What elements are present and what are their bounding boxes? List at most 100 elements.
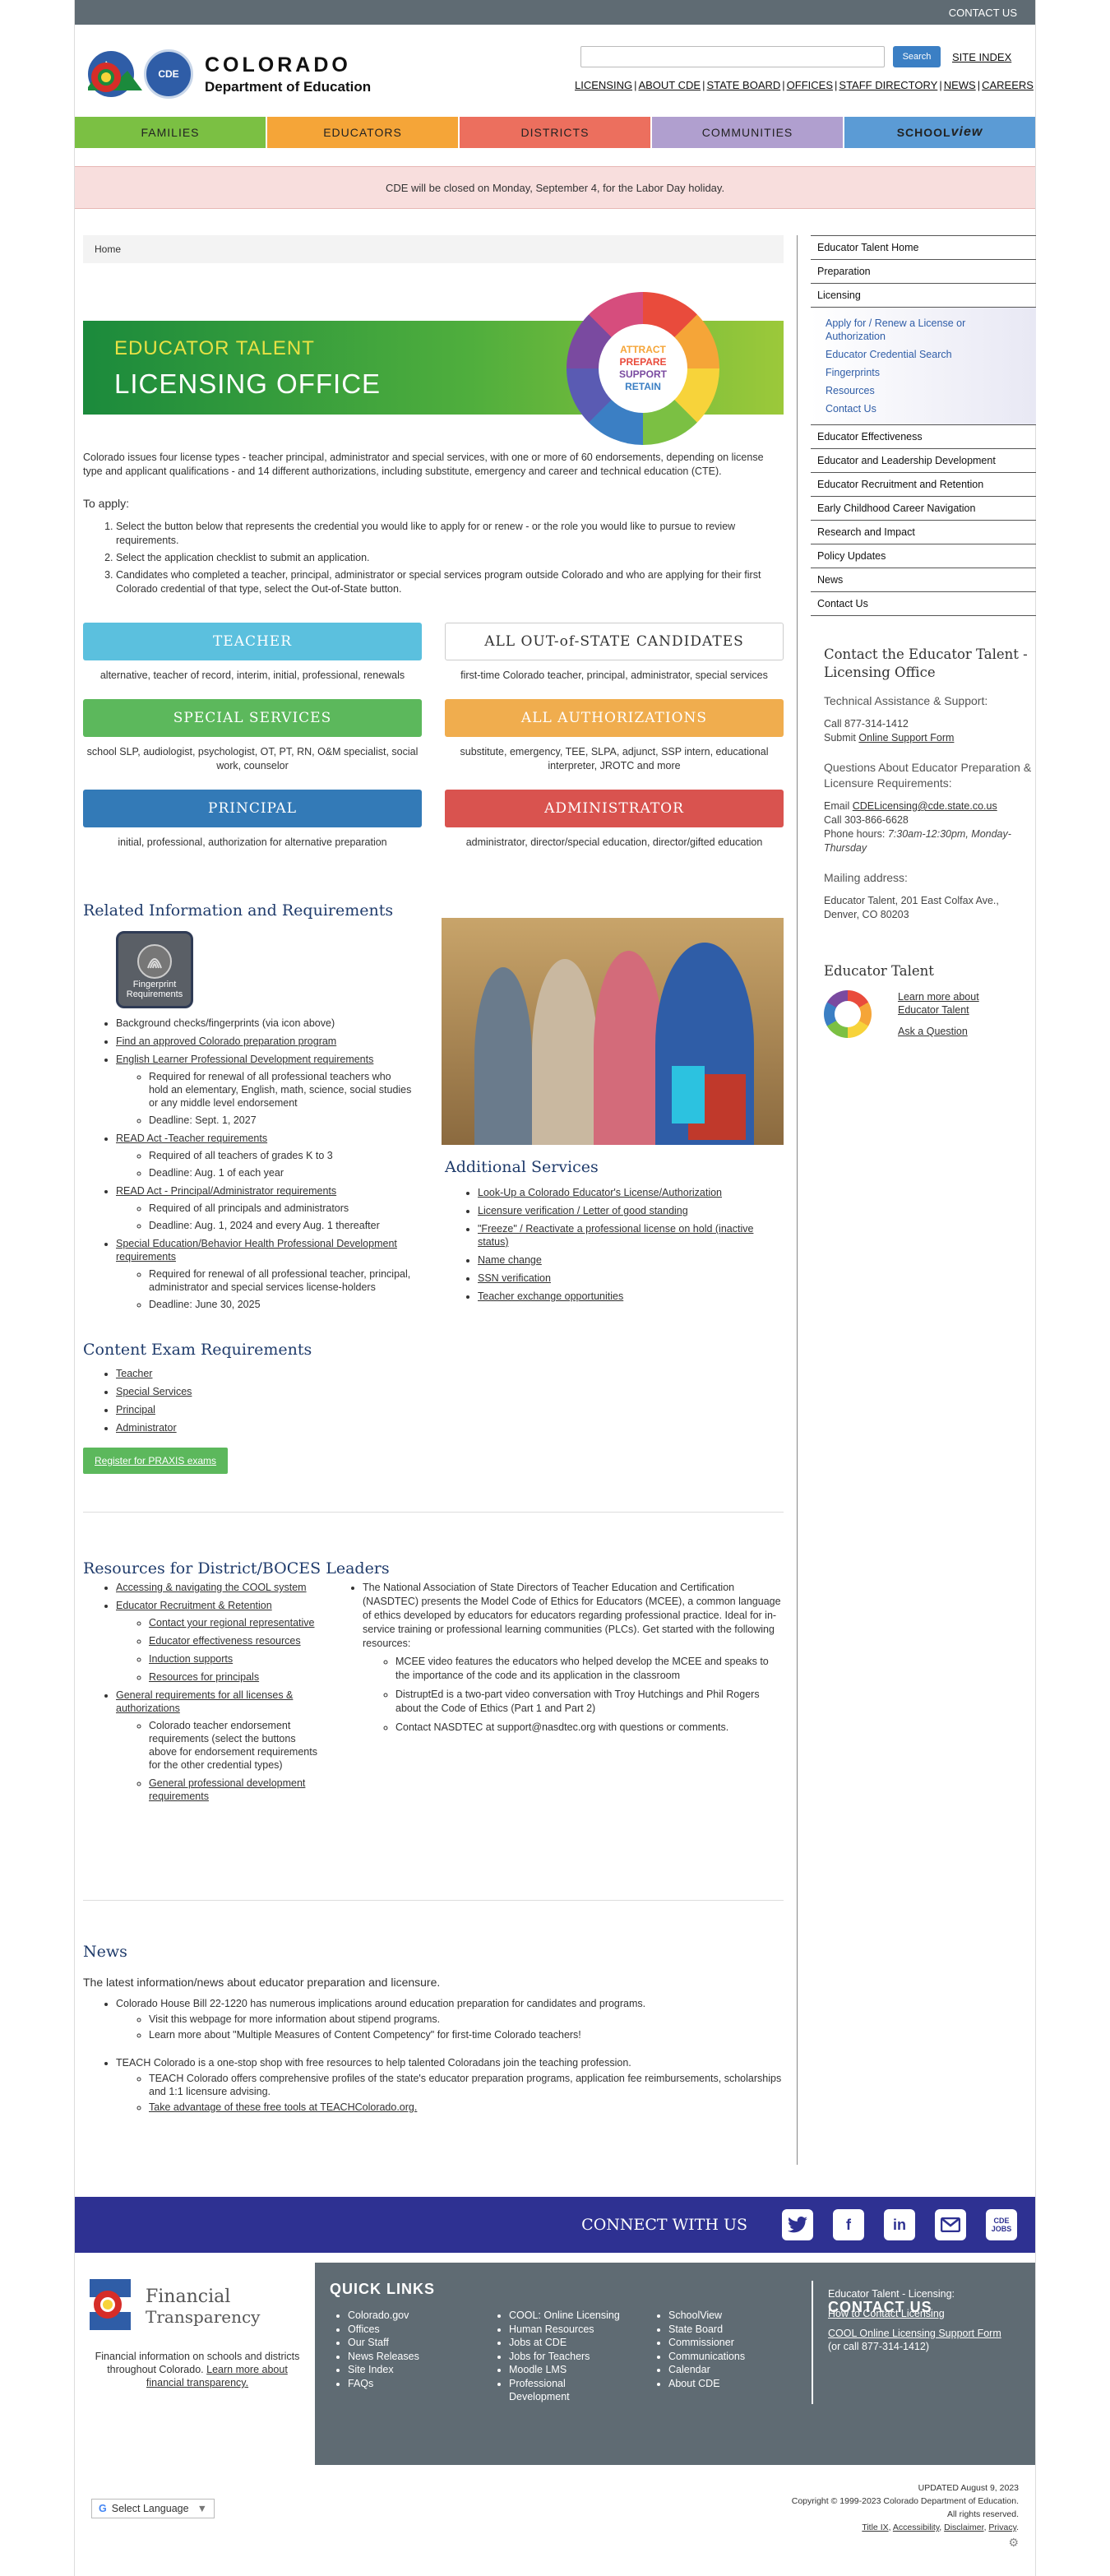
quick-link[interactable]: FAQs xyxy=(348,2377,419,2391)
exam-link-principal[interactable]: Principal xyxy=(116,1404,155,1415)
quick-link[interactable]: About CDE xyxy=(668,2377,745,2391)
additional-link[interactable]: Licensure verification / Letter of good … xyxy=(478,1205,688,1216)
accessibility-link[interactable]: Accessibility xyxy=(893,2523,939,2532)
list-subitem[interactable]: Learn more about "Multiple Measures of C… xyxy=(149,2028,784,2041)
breadcrumb-home[interactable]: Home xyxy=(95,243,121,255)
staff-directory-link[interactable]: STAFF DIRECTORY xyxy=(839,79,937,91)
related-link[interactable]: English Learner Professional Development… xyxy=(116,1054,373,1065)
resource-subtext[interactable]: Colorado teacher endorsement requirement… xyxy=(149,1720,317,1771)
twitter-icon[interactable] xyxy=(782,2209,813,2240)
learn-more-link[interactable]: Learn more about Educator Talent xyxy=(898,990,988,1017)
sidebar-item-contact[interactable]: Contact Us xyxy=(811,591,1036,616)
news-link[interactable]: NEWS xyxy=(944,79,976,91)
cde-logo[interactable]: CDE COLORADO Department of Education xyxy=(81,49,371,99)
quick-link[interactable]: Commissioner xyxy=(668,2336,745,2350)
resource-link[interactable]: Accessing & navigating the COOL system xyxy=(116,1582,307,1593)
quick-link[interactable]: COOL: Online Licensing xyxy=(509,2309,626,2323)
email-icon[interactable] xyxy=(935,2209,966,2240)
out-of-state-button[interactable]: ALL OUT-of-STATE CANDIDATES xyxy=(445,623,784,660)
additional-link[interactable]: "Freeze" / Reactivate a professional lic… xyxy=(478,1223,753,1248)
resource-sublink[interactable]: Contact your regional representative xyxy=(149,1617,315,1629)
resource-sublink[interactable]: Resources for principals xyxy=(149,1671,259,1683)
resource-sublink[interactable]: Educator effectiveness resources xyxy=(149,1635,301,1647)
cde-jobs-icon[interactable]: CDE JOBS xyxy=(986,2209,1017,2240)
contact-us-link[interactable]: CONTACT US xyxy=(949,7,1017,19)
related-link[interactable]: READ Act - Principal/Administrator requi… xyxy=(116,1185,336,1197)
quick-link[interactable]: News Releases xyxy=(348,2350,419,2364)
offices-link[interactable]: OFFICES xyxy=(787,79,833,91)
email-link[interactable]: CDELicensing@cde.state.co.us xyxy=(853,800,997,812)
principal-button[interactable]: PRINCIPAL xyxy=(83,790,422,827)
sidebar-item-effectiveness[interactable]: Educator Effectiveness xyxy=(811,424,1036,448)
ask-question-link[interactable]: Ask a Question xyxy=(898,1025,988,1038)
related-link[interactable]: READ Act -Teacher requirements xyxy=(116,1133,267,1144)
additional-link[interactable]: Name change xyxy=(478,1254,542,1266)
special-services-button[interactable]: SPECIAL SERVICES xyxy=(83,699,422,737)
list-subitem[interactable]: Visit this webpage for more information … xyxy=(149,2013,784,2026)
quick-link[interactable]: Offices xyxy=(348,2323,419,2337)
additional-link[interactable]: Teacher exchange opportunities xyxy=(478,1290,623,1302)
teach-colorado-link[interactable]: Take advantage of these free tools at TE… xyxy=(149,2101,417,2113)
sidebar-item-leadership[interactable]: Educator and Leadership Development xyxy=(811,448,1036,472)
related-link[interactable]: Find an approved Colorado preparation pr… xyxy=(116,1035,336,1047)
nav-families[interactable]: FAMILIES xyxy=(75,117,267,148)
sidebar-item-research[interactable]: Research and Impact xyxy=(811,520,1036,544)
nav-communities[interactable]: COMMUNITIES xyxy=(652,117,844,148)
administrator-button[interactable]: ADMINISTRATOR xyxy=(445,790,784,827)
quick-link[interactable]: Colorado.gov xyxy=(348,2309,419,2323)
sidebar-item-early-childhood[interactable]: Early Childhood Career Navigation xyxy=(811,496,1036,520)
linkedin-icon[interactable]: in xyxy=(884,2209,915,2240)
sidebar-sub-apply[interactable]: Apply for / Renew a License or Authoriza… xyxy=(811,314,1036,345)
title-ix-link[interactable]: Title IX xyxy=(862,2523,888,2532)
disclaimer-link[interactable]: Disclaimer xyxy=(944,2523,983,2532)
state-board-link[interactable]: STATE BOARD xyxy=(706,79,780,91)
additional-link[interactable]: SSN verification xyxy=(478,1272,551,1284)
sidebar-item-news[interactable]: News xyxy=(811,568,1036,591)
sidebar-sub-fingerprints[interactable]: Fingerprints xyxy=(811,364,1036,382)
related-link[interactable]: Special Education/Behavior Health Profes… xyxy=(116,1238,397,1263)
sidebar-sub-credential-search[interactable]: Educator Credential Search xyxy=(811,345,1036,364)
sidebar-item-recruitment[interactable]: Educator Recruitment and Retention xyxy=(811,472,1036,496)
licensing-link[interactable]: LICENSING xyxy=(575,79,632,91)
additional-link[interactable]: Look-Up a Colorado Educator's License/Au… xyxy=(478,1187,722,1198)
careers-link[interactable]: CAREERS xyxy=(982,79,1034,91)
quick-link[interactable]: Jobs at CDE xyxy=(509,2336,626,2350)
resource-sublink[interactable]: General professional development require… xyxy=(149,1777,305,1802)
site-index-link[interactable]: SITE INDEX xyxy=(952,51,1011,63)
quick-link[interactable]: Moodle LMS xyxy=(509,2363,626,2377)
news-text[interactable]: TEACH Colorado is a one-stop shop with f… xyxy=(116,2057,631,2069)
nav-schoolview[interactable]: SCHOOL view xyxy=(844,117,1035,148)
fingerprint-icon[interactable]: Fingerprint Requirements xyxy=(116,931,193,1008)
sidebar-sub-resources[interactable]: Resources xyxy=(811,382,1036,400)
facebook-icon[interactable]: f xyxy=(833,2209,864,2240)
exam-link-teacher[interactable]: Teacher xyxy=(116,1368,152,1379)
support-form-link[interactable]: Online Support Form xyxy=(858,732,954,744)
praxis-button[interactable]: Register for PRAXIS exams xyxy=(83,1448,229,1474)
exam-link-special-services[interactable]: Special Services xyxy=(116,1386,192,1397)
sidebar-item-home[interactable]: Educator Talent Home xyxy=(811,235,1036,259)
search-button[interactable]: Search xyxy=(893,46,941,67)
resource-link[interactable]: Educator Recruitment & Retention xyxy=(116,1600,272,1611)
resource-link[interactable]: General requirements for all licenses & … xyxy=(116,1689,293,1714)
nav-districts[interactable]: DISTRICTS xyxy=(460,117,652,148)
quick-link[interactable]: Our Staff xyxy=(348,2336,419,2350)
about-cde-link[interactable]: ABOUT CDE xyxy=(638,79,701,91)
resource-sublink[interactable]: Induction supports xyxy=(149,1653,233,1665)
nav-educators[interactable]: EDUCATORS xyxy=(267,117,460,148)
sidebar-sub-contact[interactable]: Contact Us xyxy=(811,400,1036,418)
exam-link-administrator[interactable]: Administrator xyxy=(116,1422,177,1434)
quick-link[interactable]: Site Index xyxy=(348,2363,419,2377)
quick-link[interactable]: SchoolView xyxy=(668,2309,745,2323)
authorizations-button[interactable]: ALL AUTHORIZATIONS xyxy=(445,699,784,737)
sidebar-item-policy[interactable]: Policy Updates xyxy=(811,544,1036,568)
quick-link[interactable]: Human Resources xyxy=(509,2323,626,2337)
quick-link[interactable]: Communications xyxy=(668,2350,745,2364)
privacy-link[interactable]: Privacy xyxy=(988,2523,1016,2532)
teacher-button[interactable]: TEACHER xyxy=(83,623,422,660)
quick-link[interactable]: Professional Development xyxy=(509,2377,583,2404)
quick-link[interactable]: Calendar xyxy=(668,2363,745,2377)
language-select[interactable]: G Select Language ▼ xyxy=(91,2499,215,2518)
sidebar-item-preparation[interactable]: Preparation xyxy=(811,259,1036,283)
quick-link[interactable]: Jobs for Teachers xyxy=(509,2350,626,2364)
cool-support-link[interactable]: COOL Online Licensing Support Form xyxy=(828,2328,1001,2339)
